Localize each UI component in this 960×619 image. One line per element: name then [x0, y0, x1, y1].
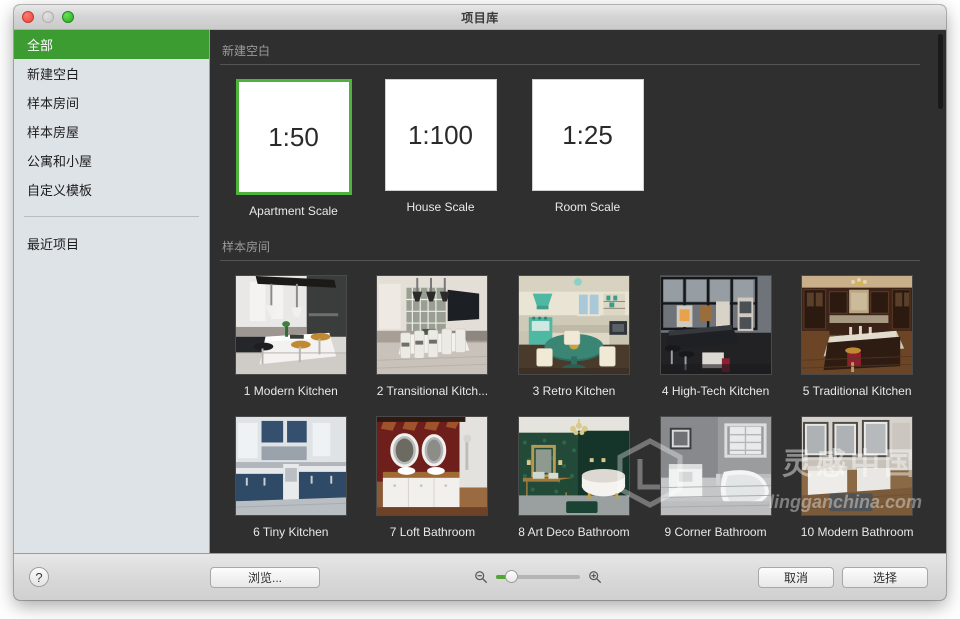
scale-thumbnail[interactable]: 1:50	[235, 79, 352, 195]
room-thumbnail[interactable]	[234, 275, 347, 375]
scale-text: 1:50	[268, 121, 319, 152]
room-card-art-deco-bathroom[interactable]: 8 Art Deco Bathroom	[503, 416, 645, 539]
template-label: House Scale	[406, 200, 475, 214]
screenshot-root: 项目库 全部 新建空白 样本房间 样本房屋 公寓和小屋 自定义模板 最近项目 新…	[0, 0, 960, 619]
traffic-lights	[22, 11, 74, 23]
room-card-loft-bathroom[interactable]: 7 Loft Bathroom	[362, 416, 504, 539]
window-body: 全部 新建空白 样本房间 样本房屋 公寓和小屋 自定义模板 最近项目 新建空白 …	[14, 30, 946, 553]
room-thumbnail[interactable]	[234, 416, 347, 516]
room-thumbnail[interactable]	[801, 275, 914, 375]
select-button[interactable]: 选择	[842, 566, 928, 588]
room-thumbnail[interactable]	[801, 416, 914, 516]
zoom-button-icon[interactable]	[62, 11, 74, 23]
content-area: 新建空白 1:50 Apartment Scale 1:100 House Sc…	[210, 30, 946, 553]
scale-text: 1:100	[407, 119, 474, 150]
template-card-apartment-scale[interactable]: 1:50 Apartment Scale	[220, 79, 367, 218]
window-titlebar: 项目库	[14, 5, 946, 30]
scale-thumbnail[interactable]: 1:25	[531, 79, 644, 191]
sidebar-item-sample-rooms[interactable]: 样本房间	[14, 88, 209, 117]
sidebar-item-sample-houses[interactable]: 样本房屋	[14, 117, 209, 146]
sidebar-item-custom-templates[interactable]: 自定义模板	[14, 175, 209, 204]
project-library-window: 项目库 全部 新建空白 样本房间 样本房屋 公寓和小屋 自定义模板 最近项目 新…	[14, 5, 946, 600]
room-thumbnail[interactable]	[659, 416, 772, 516]
room-card-traditional-kitchen[interactable]: 5 Traditional Kitchen	[786, 275, 928, 398]
room-card-retro-kitchen[interactable]: 3 Retro Kitchen	[503, 275, 645, 398]
browse-button[interactable]: 浏览...	[210, 566, 320, 588]
sample-rooms-row-2: 6 Tiny Kitchen 7 Loft Bathroom 8 Art Dec…	[220, 416, 928, 539]
sidebar: 全部 新建空白 样本房间 样本房屋 公寓和小屋 自定义模板 最近项目	[14, 30, 210, 553]
sidebar-item-label: 全部	[27, 38, 54, 53]
zoom-slider[interactable]	[496, 570, 580, 583]
room-thumbnail[interactable]	[376, 416, 489, 516]
room-card-tiny-kitchen[interactable]: 6 Tiny Kitchen	[220, 416, 362, 539]
room-label: 8 Art Deco Bathroom	[518, 525, 630, 539]
room-label: 1 Modern Kitchen	[243, 384, 338, 398]
section-header-new-blank: 新建空白	[222, 44, 271, 58]
zoom-slider-knob[interactable]	[505, 570, 518, 583]
sample-rooms-row-1: 1 Modern Kitchen 2 Transitional Kitch...…	[220, 275, 928, 398]
sidebar-item-label: 公寓和小屋	[27, 154, 93, 169]
scrollbar-thumb[interactable]	[938, 34, 943, 109]
room-card-corner-bathroom[interactable]: 9 Corner Bathroom	[645, 416, 787, 539]
section-rule	[220, 260, 920, 261]
sidebar-item-label: 最近项目	[27, 237, 80, 252]
sidebar-divider	[24, 216, 199, 217]
room-card-modern-kitchen[interactable]: 1 Modern Kitchen	[220, 275, 362, 398]
room-thumbnail[interactable]	[517, 275, 630, 375]
sidebar-item-new-blank[interactable]: 新建空白	[14, 59, 209, 88]
room-label: 6 Tiny Kitchen	[253, 525, 329, 539]
bottom-toolbar: ? 浏览... 取消 选择	[14, 553, 946, 600]
sidebar-item-label: 自定义模板	[27, 183, 93, 198]
section-header-sample-rooms: 样本房间	[222, 240, 271, 254]
window-title: 项目库	[461, 10, 499, 25]
room-thumbnail[interactable]	[376, 275, 489, 375]
section-rule	[220, 64, 920, 65]
template-label: Apartment Scale	[249, 204, 338, 218]
room-card-transitional-kitchen[interactable]: 2 Transitional Kitch...	[362, 275, 504, 398]
room-label: 3 Retro Kitchen	[532, 384, 616, 398]
sidebar-item-all[interactable]: 全部	[14, 30, 209, 59]
help-button[interactable]: ?	[29, 567, 49, 587]
sidebar-item-recent-projects[interactable]: 最近项目	[14, 229, 209, 258]
close-button-icon[interactable]	[22, 11, 34, 23]
sidebar-item-apartments-cottages[interactable]: 公寓和小屋	[14, 146, 209, 175]
sidebar-item-label: 样本房屋	[27, 125, 80, 140]
room-label: 5 Traditional Kitchen	[802, 384, 912, 398]
room-label: 4 High-Tech Kitchen	[661, 384, 770, 398]
room-thumbnail[interactable]	[517, 416, 630, 516]
room-card-modern-bathroom[interactable]: 10 Modern Bathroom	[786, 416, 928, 539]
template-card-room-scale[interactable]: 1:25 Room Scale	[514, 79, 661, 218]
room-thumbnail[interactable]	[659, 275, 772, 375]
minimize-button-icon[interactable]	[42, 11, 54, 23]
sidebar-item-label: 样本房间	[27, 96, 80, 111]
room-label: 2 Transitional Kitch...	[376, 384, 489, 398]
template-card-house-scale[interactable]: 1:100 House Scale	[367, 79, 514, 218]
room-label: 10 Modern Bathroom	[800, 525, 914, 539]
new-blank-grid: 1:50 Apartment Scale 1:100 House Scale 1…	[220, 79, 928, 218]
content-scrollbar[interactable]	[937, 34, 943, 553]
sidebar-item-label: 新建空白	[27, 67, 80, 82]
scale-text: 1:25	[562, 119, 613, 150]
zoom-slider-control	[474, 570, 602, 584]
room-label: 9 Corner Bathroom	[664, 525, 767, 539]
room-label: 7 Loft Bathroom	[389, 525, 476, 539]
scale-thumbnail[interactable]: 1:100	[384, 79, 497, 191]
template-label: Room Scale	[554, 200, 621, 214]
cancel-button[interactable]: 取消	[758, 566, 834, 588]
zoom-out-icon[interactable]	[474, 570, 488, 584]
content-scroll-region: 新建空白 1:50 Apartment Scale 1:100 House Sc…	[210, 30, 946, 553]
zoom-in-icon[interactable]	[588, 570, 602, 584]
room-card-high-tech-kitchen[interactable]: 4 High-Tech Kitchen	[645, 275, 787, 398]
